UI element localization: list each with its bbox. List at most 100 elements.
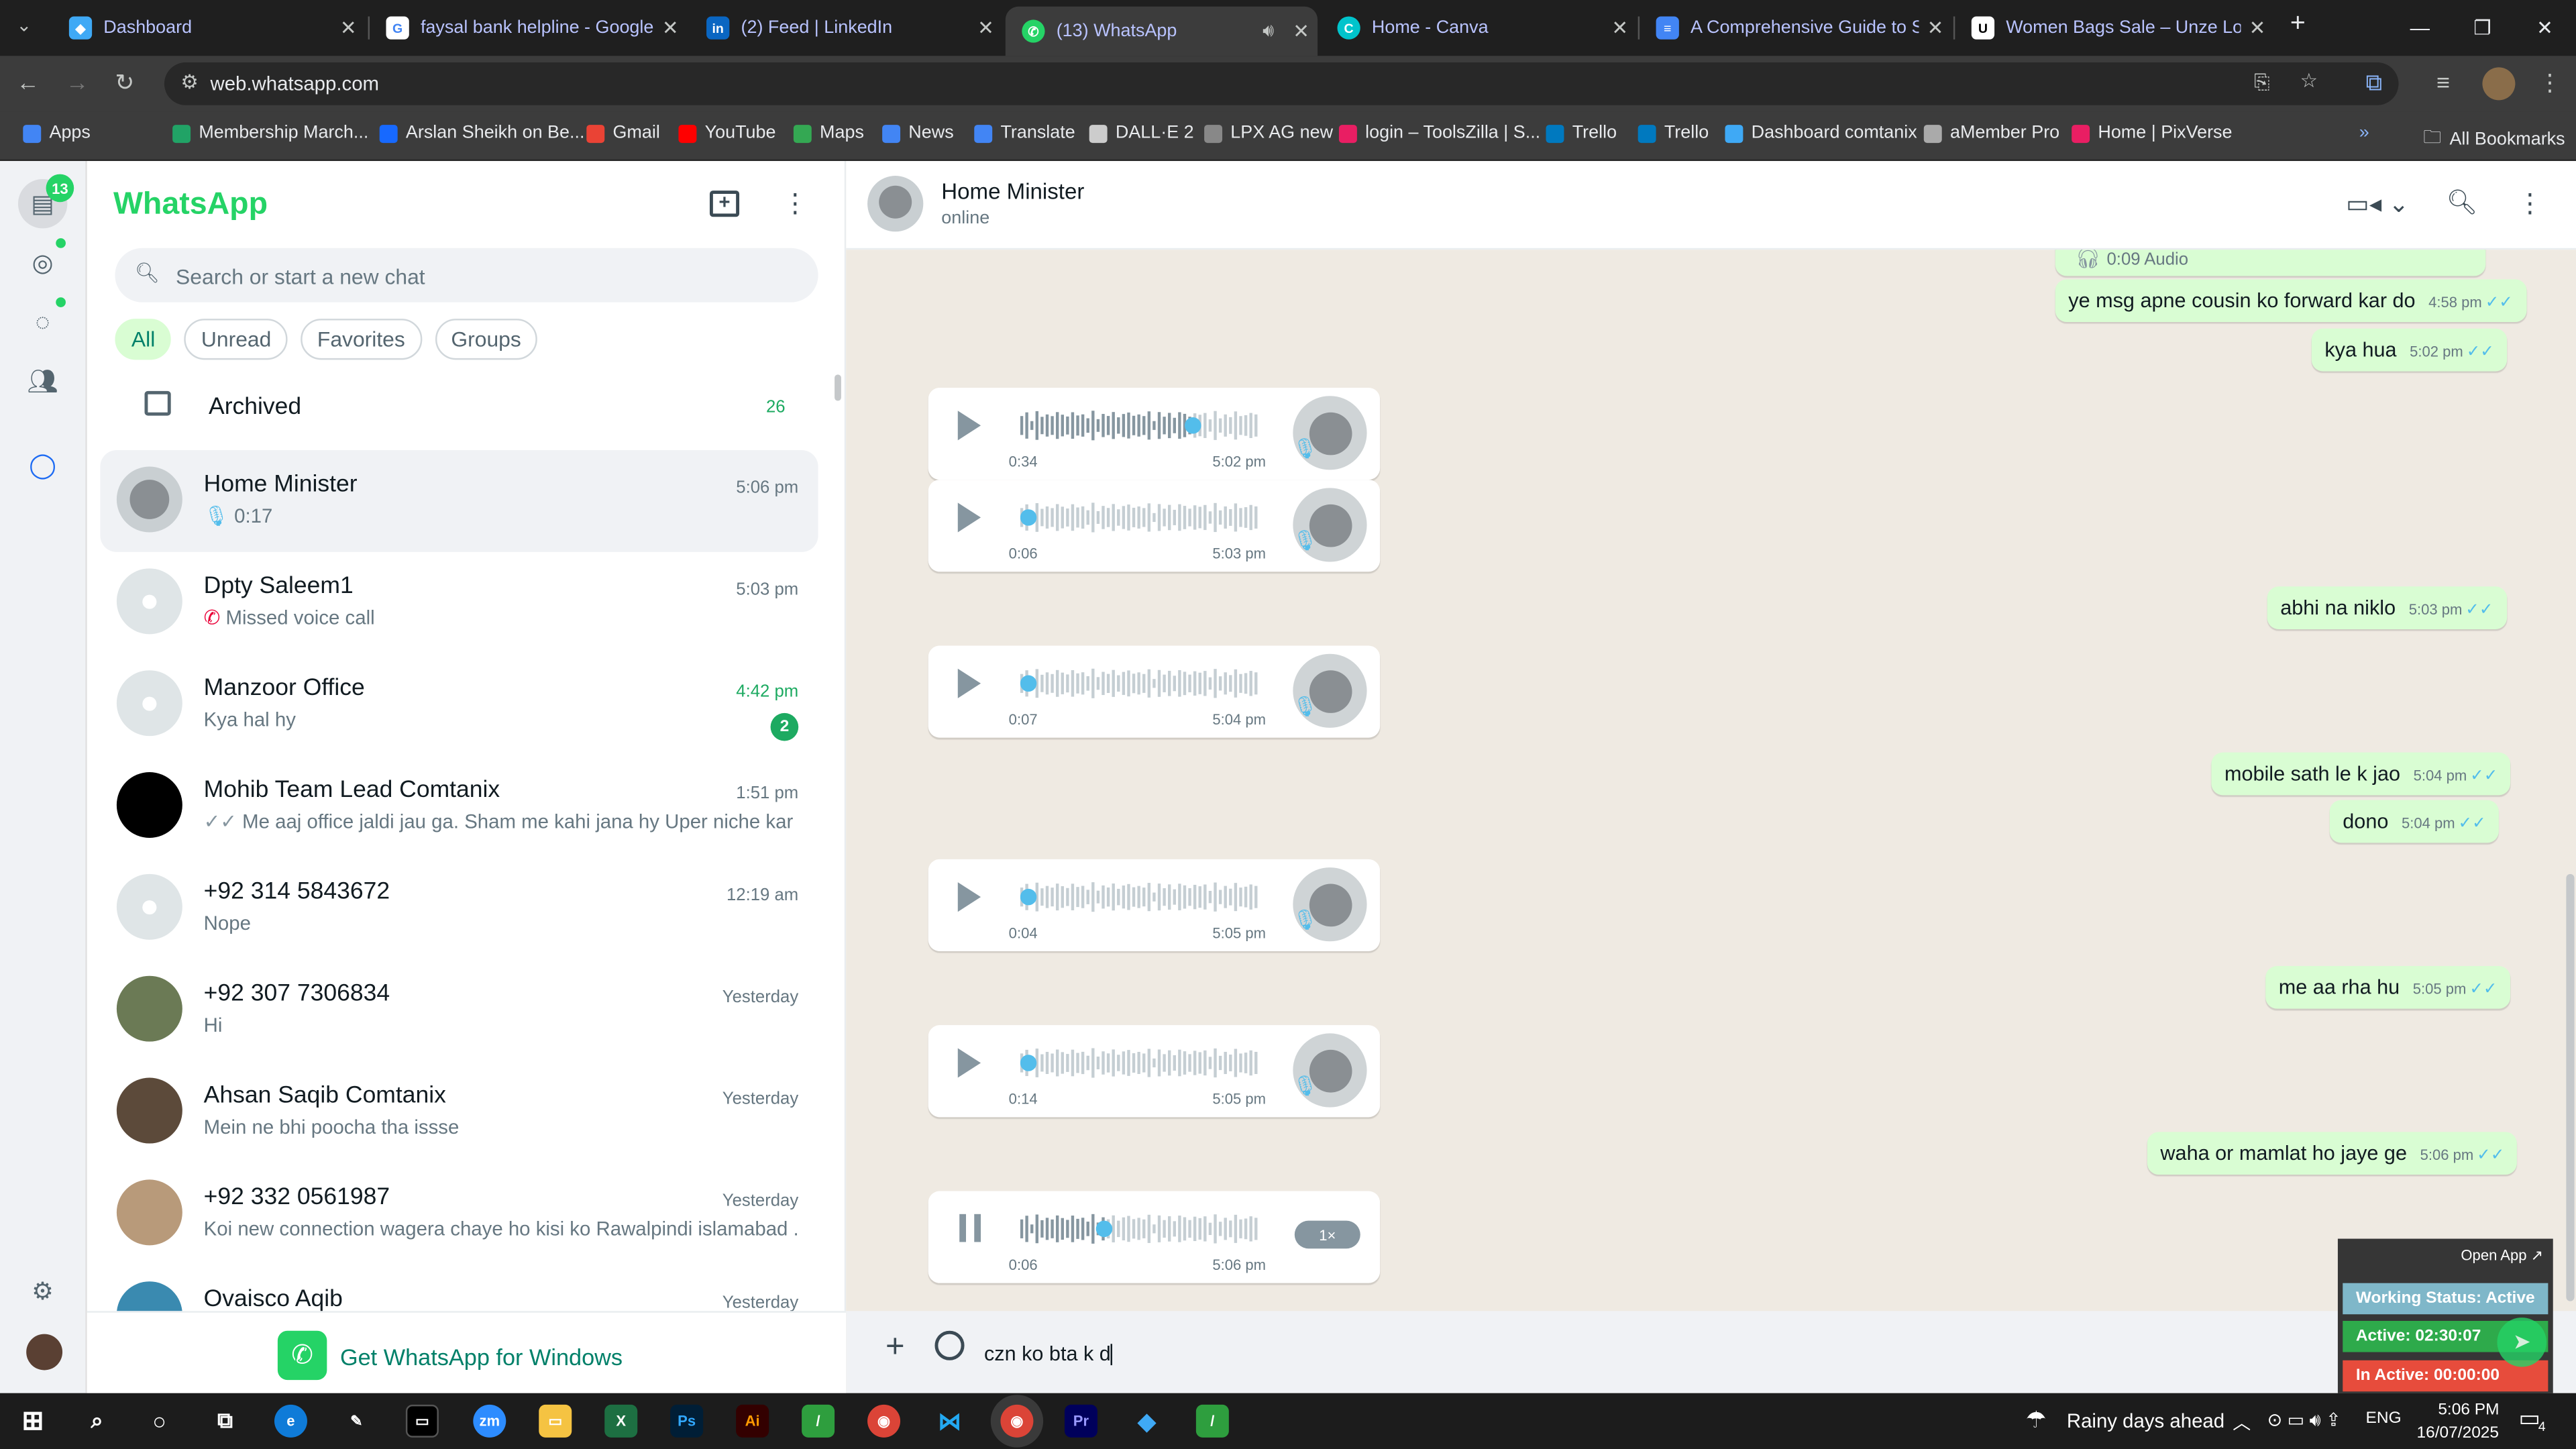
tray-chevron-icon[interactable]: ︿ (2233, 1409, 2251, 1436)
app-green-icon[interactable]: / (802, 1404, 835, 1438)
profile-avatar[interactable] (2482, 67, 2516, 101)
filter-unread[interactable]: Unread (184, 319, 288, 360)
clock-date[interactable]: 16/07/2025 (2416, 1424, 2499, 1442)
filter-groups[interactable]: Groups (434, 319, 538, 360)
edge-icon[interactable]: e (274, 1404, 307, 1438)
outgoing-message[interactable]: abhi na niklo 5:03 pm ✓✓ (2267, 586, 2506, 629)
waveform[interactable] (1020, 1211, 1260, 1247)
bookmark-item[interactable]: login – ToolsZilla | S... (1338, 123, 1540, 143)
voice-message[interactable]: 0:34 5:02 pm 🎙︎ (928, 387, 1381, 480)
chat-row-number-3[interactable]: +92 332 0561987 Koi new connection wager… (100, 1163, 818, 1265)
bookmark-star-icon[interactable]: ☆ (2300, 69, 2318, 92)
tab-guide[interactable]: ≡ A Comprehensive Guide to Stra ✕ (1640, 7, 1951, 50)
video-call-icon[interactable]: ▭◂ ⌄ (2346, 189, 2409, 219)
attach-icon[interactable]: + (885, 1329, 905, 1366)
excel-icon[interactable]: X (604, 1404, 638, 1438)
minimize-icon[interactable]: — (2389, 0, 2451, 56)
search-icon[interactable]: ⌕ (80, 1405, 113, 1438)
play-icon[interactable] (957, 1048, 981, 1078)
photoshop-icon[interactable]: Ps (670, 1404, 704, 1438)
outgoing-message[interactable]: me aa rha hu 5:05 pm ✓✓ (2265, 966, 2510, 1009)
app-blue-icon[interactable]: ◆ (1130, 1405, 1163, 1438)
chat-row-number-1[interactable]: ● +92 314 5843672 Nope 12:19 am (100, 857, 818, 959)
bookmark-item[interactable]: aMember Pro (1923, 123, 2059, 143)
audio-reply-bubble[interactable]: 🎧︎ 0:09 Audio (2055, 250, 2486, 276)
bookmark-item[interactable]: Trello (1546, 123, 1617, 143)
outgoing-message[interactable]: waha or mamlat ho jaye ge 5:06 pm ✓✓ (2147, 1132, 2518, 1175)
reading-list-icon[interactable]: ≡ (2436, 69, 2450, 95)
speaker-icon[interactable]: 🔊︎ (1252, 21, 1285, 42)
bookmark-item[interactable]: Maps (793, 123, 864, 143)
waveform[interactable] (1020, 499, 1260, 535)
playback-knob[interactable] (1020, 675, 1037, 692)
tray-icons[interactable]: ⊙ ▭ 🔊︎ ⇪ (2267, 1409, 2341, 1432)
tab-google[interactable]: G faysal bank helpline - Google S ✕ (370, 7, 687, 50)
close-window-icon[interactable]: ✕ (2514, 0, 2576, 56)
message-input[interactable]: czn ko bta k d (967, 1326, 2331, 1380)
close-tab-icon[interactable]: ✕ (1603, 16, 1636, 39)
bookmark-item[interactable]: Gmail (586, 123, 660, 143)
address-bar[interactable]: ⚙ web.whatsapp.com ⎘ ☆ (164, 62, 2399, 105)
bookmark-item[interactable]: News (882, 123, 954, 143)
chrome-icon[interactable]: ◉ (867, 1404, 901, 1438)
cortana-icon[interactable]: ○ (143, 1405, 176, 1438)
filter-all[interactable]: All (115, 319, 172, 360)
voice-message[interactable]: 0:14 5:05 pm 🎙︎ (928, 1025, 1381, 1118)
waveform[interactable] (1020, 665, 1260, 702)
chat-row-home-minister[interactable]: Home Minister 🎙︎ 0:17 5:06 pm (100, 450, 818, 552)
contact-avatar[interactable] (867, 176, 924, 232)
vscode-icon[interactable]: ⋈ (933, 1405, 966, 1438)
chat-row-mohib[interactable]: Mohib Team Lead Comtanix ✓✓ Me aaj offic… (100, 756, 818, 858)
play-icon[interactable] (957, 668, 981, 698)
forward-icon[interactable]: → (66, 69, 89, 95)
tab-whatsapp[interactable]: ✆ (13) WhatsApp 🔊︎ ✕ (1005, 6, 1318, 56)
meta-ai-icon[interactable]: ◯ (26, 449, 59, 482)
bookmark-item[interactable]: Translate (974, 123, 1075, 143)
menu-icon[interactable]: ⋮ (2538, 69, 2561, 97)
conversation-menu-icon[interactable]: ⋮ (2517, 187, 2543, 220)
playback-knob[interactable] (1020, 1055, 1037, 1071)
app-green-2-icon[interactable]: / (1195, 1404, 1229, 1438)
playback-knob[interactable] (1020, 888, 1037, 906)
filter-favorites[interactable]: Favorites (301, 319, 422, 360)
bookmark-item[interactable]: Apps (23, 123, 91, 143)
playback-knob[interactable] (1095, 1220, 1113, 1238)
chat-row-dpty-saleem[interactable]: ● Dpty Saleem1 ✆ Missed voice call 5:03 … (100, 552, 818, 654)
outgoing-message[interactable]: dono 5:04 pm ✓✓ (2329, 800, 2500, 843)
pause-icon[interactable] (959, 1214, 982, 1242)
tab-dashboard[interactable]: ◆ Dashboard ✕ (52, 7, 364, 50)
search-icon[interactable]: 🔍︎ (2447, 187, 2478, 217)
bookmark-item[interactable]: Membership March... (172, 123, 368, 143)
more-bookmarks-icon[interactable]: » (2359, 123, 2369, 143)
get-whatsapp-windows-banner[interactable]: ✆ Get WhatsApp for Windows (87, 1311, 847, 1393)
playback-speed-button[interactable]: 1× (1294, 1220, 1360, 1249)
premiere-icon[interactable]: Pr (1064, 1404, 1097, 1438)
close-tab-icon[interactable]: ✕ (654, 16, 687, 39)
playback-knob[interactable] (1020, 509, 1037, 526)
reload-icon[interactable]: ↻ (115, 69, 134, 97)
back-icon[interactable]: ← (16, 69, 39, 95)
communities-icon[interactable]: 👥︎ (26, 365, 59, 398)
illustrator-icon[interactable]: Ai (736, 1404, 769, 1438)
zoom-icon[interactable]: zm (473, 1404, 506, 1438)
close-tab-icon[interactable]: ✕ (1919, 16, 1951, 39)
bookmark-item[interactable]: Arslan Sheikh on Be... (379, 123, 584, 143)
waveform[interactable] (1020, 407, 1260, 443)
chat-row-manzoor-office[interactable]: ● Manzoor Office Kya hal hy 4:42 pm 2 (100, 654, 818, 756)
close-tab-icon[interactable]: ✕ (969, 16, 1002, 39)
new-chat-icon[interactable]: + (709, 191, 740, 217)
open-app-link[interactable]: Open App ↗ (2461, 1247, 2543, 1265)
close-tab-icon[interactable]: ✕ (1285, 19, 1318, 42)
archived-row[interactable]: Archived 26 (87, 384, 846, 450)
play-icon[interactable] (957, 411, 981, 441)
close-tab-icon[interactable]: ✕ (2241, 16, 2273, 39)
bookmark-item[interactable]: LPX AG new (1204, 123, 1333, 143)
tab-linkedin[interactable]: in (2) Feed | LinkedIn ✕ (690, 7, 1002, 50)
play-icon[interactable] (957, 882, 981, 912)
pen-icon[interactable]: ✎ (340, 1405, 373, 1438)
settings-icon[interactable]: ⚙ (26, 1275, 59, 1307)
profile-avatar[interactable] (26, 1334, 63, 1371)
site-info-icon[interactable]: ⚙ (180, 70, 198, 93)
file-explorer-icon[interactable]: ▭ (539, 1404, 572, 1438)
notifications-icon[interactable]: ▭ (2518, 1405, 2540, 1433)
